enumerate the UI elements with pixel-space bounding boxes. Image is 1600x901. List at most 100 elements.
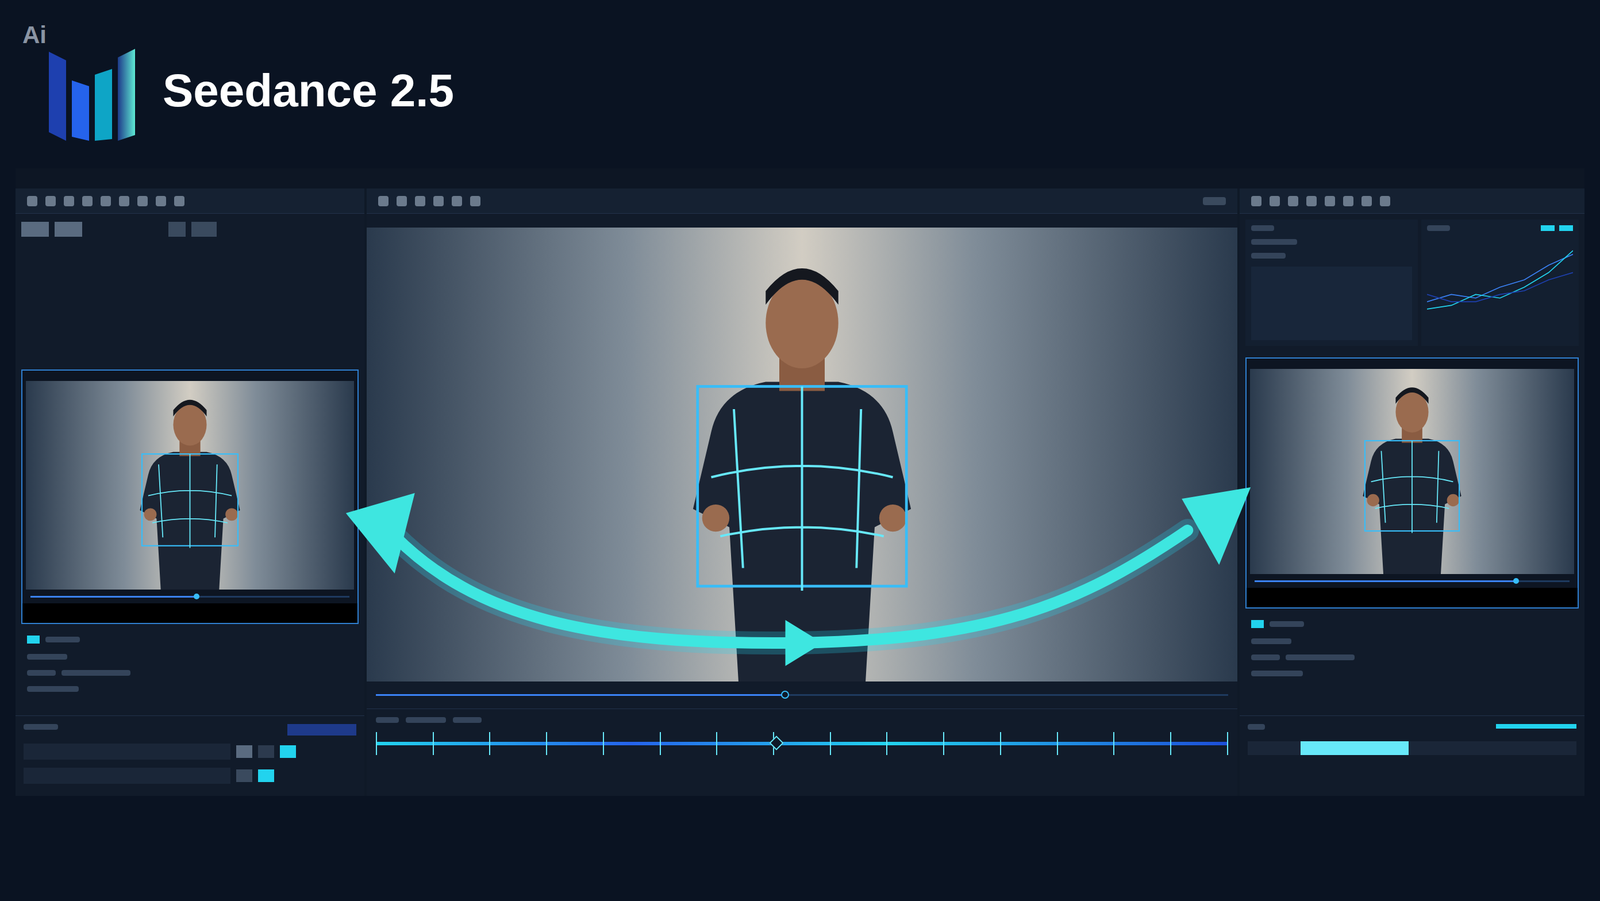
timeline-track[interactable] [375,732,1229,756]
label-placeholder [27,686,79,692]
right-preview[interactable] [1245,357,1579,609]
tool-icon[interactable] [100,195,111,207]
timeline-tick [1056,732,1059,756]
timeline-tick [886,732,888,756]
scrub-fill [1254,580,1517,583]
label-placeholder [452,717,482,723]
tool-icon[interactable] [470,195,481,207]
label-placeholder [1251,225,1275,232]
label-placeholder [23,724,59,730]
tool-icon[interactable] [1306,195,1317,207]
tool-icon[interactable] [1269,195,1280,207]
label-placeholder [1251,654,1280,661]
left-chips [15,213,365,370]
preview-frame [25,381,355,590]
curve-graph [1427,236,1573,323]
brand-header: AiSeedance 2.5 [0,0,1600,169]
right-properties [1239,715,1585,796]
label-placeholder [1251,239,1298,245]
scrub-fill [30,595,197,598]
right-panel [1239,188,1585,796]
timeline[interactable] [366,708,1238,796]
timeline-tick [432,732,434,756]
scrub-knob[interactable] [193,593,200,600]
center-panel [366,188,1238,796]
playhead[interactable] [768,735,784,750]
timeline-tick [659,732,661,756]
tool-icon[interactable] [155,195,167,207]
property-rows [1239,608,1585,688]
tool-icon[interactable] [63,195,75,207]
tool-icon[interactable] [118,195,130,207]
timeline-tick [1227,732,1229,756]
timeline-tick [943,732,945,756]
tool-icon[interactable] [433,195,444,207]
editor-window [15,168,1585,796]
label-placeholder [1247,724,1265,730]
tool-icon[interactable] [1361,195,1372,207]
graph-series [1427,250,1573,310]
scrub-fill [375,694,786,696]
timeline-tick [829,732,832,756]
preview-header [1246,358,1578,369]
tool-icon[interactable] [1287,195,1299,207]
graph-panel [1421,219,1579,346]
preview-frame [1250,368,1575,575]
scrub-bar[interactable] [1246,574,1578,588]
label-placeholder [1269,621,1305,628]
tool-icon[interactable] [174,195,185,207]
scrub-knob[interactable] [781,690,790,699]
timeline-tick [1000,732,1002,756]
tool-icon[interactable] [82,195,93,207]
tool-icon[interactable] [396,195,407,207]
scrub-bar[interactable] [22,589,358,604]
label-placeholder [45,636,80,643]
toolbar [15,188,365,214]
tool-icon[interactable] [45,195,56,207]
label-placeholder [1251,638,1292,645]
logo-bars-icon [46,45,150,144]
label-placeholder [1285,654,1355,661]
preview-header [22,370,358,382]
left-properties [15,715,365,796]
toolbar [366,188,1238,214]
transport-bar[interactable] [366,681,1238,709]
tool-icon[interactable] [1251,195,1262,207]
tool-icon[interactable] [27,195,38,207]
label-placeholder [61,670,131,676]
scrub-knob[interactable] [1513,578,1519,584]
tool-icon[interactable] [1343,195,1354,207]
timeline-tick [1113,732,1115,756]
tool-icon[interactable] [1379,195,1391,207]
settings-panel [1245,219,1418,346]
flow-arrows-icon [15,168,1585,796]
tool-icon[interactable] [414,195,426,207]
clip-bar[interactable] [1247,741,1577,756]
tool-icon[interactable] [1324,195,1336,207]
left-panel [15,188,365,796]
runner-photo-icon [366,227,1238,682]
timeline-tick [375,732,378,756]
runner-photo-icon [1250,368,1575,575]
label-placeholder [1427,225,1450,232]
preview-footer [22,603,358,623]
main-viewer[interactable] [366,227,1238,682]
right-top-panels [1239,213,1585,352]
toolbar-accent-icon[interactable] [1202,197,1226,206]
label-placeholder [1251,252,1286,259]
graph-series [1427,272,1573,302]
tool-icon[interactable] [451,195,463,207]
ai-badge: Ai [22,22,47,48]
tool-icon[interactable] [137,195,148,207]
timeline-tick [545,732,548,756]
left-preview[interactable] [21,369,359,625]
label-placeholder [27,654,68,660]
tool-icon[interactable] [378,195,389,207]
timeline-tick [1170,732,1172,756]
window-top-strip [15,168,1585,189]
timeline-tick [602,732,605,756]
timeline-tick [716,732,718,756]
runner-photo-icon [25,381,355,590]
graph-series [1427,254,1573,303]
preview-footer [1246,587,1578,608]
